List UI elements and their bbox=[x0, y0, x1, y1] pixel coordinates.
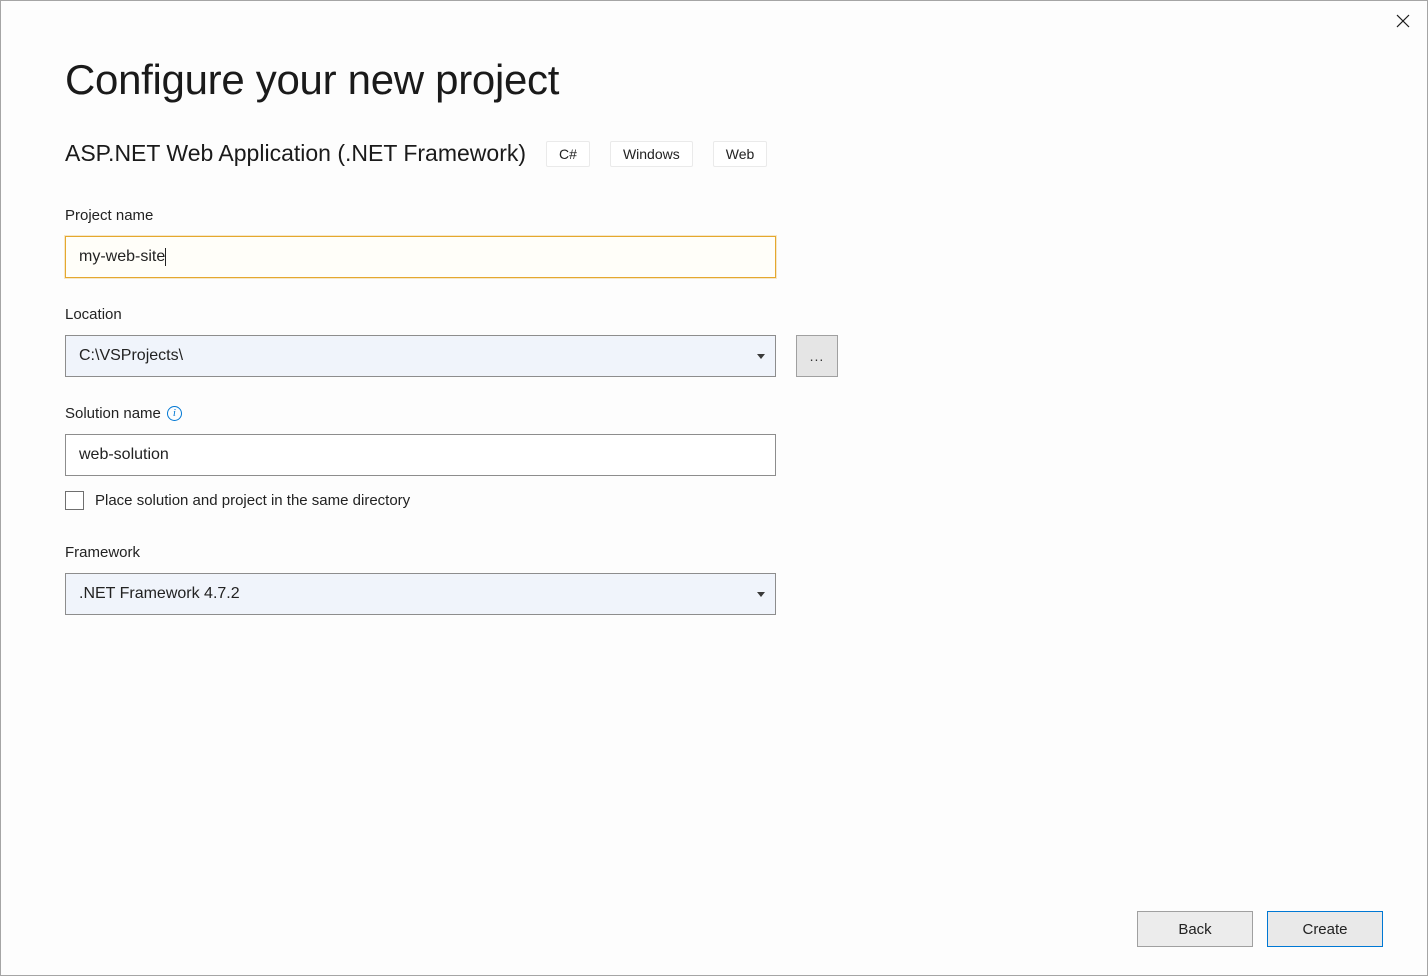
tag-web: Web bbox=[713, 141, 768, 167]
browse-label: ... bbox=[810, 348, 825, 364]
project-name-input[interactable]: my-web-site bbox=[65, 236, 776, 278]
solution-name-group: Solution name i Place solution and proje… bbox=[65, 405, 1363, 510]
framework-group: Framework .NET Framework 4.7.2 bbox=[65, 544, 1363, 615]
create-label: Create bbox=[1302, 921, 1347, 938]
same-dir-checkbox[interactable] bbox=[65, 491, 84, 510]
framework-value: .NET Framework 4.7.2 bbox=[79, 585, 757, 603]
solution-name-label: Solution name bbox=[65, 405, 161, 422]
same-dir-label: Place solution and project in the same d… bbox=[95, 492, 410, 509]
framework-combobox[interactable]: .NET Framework 4.7.2 bbox=[65, 573, 776, 615]
framework-label: Framework bbox=[65, 544, 1363, 561]
project-name-label: Project name bbox=[65, 207, 1363, 224]
template-name: ASP.NET Web Application (.NET Framework) bbox=[65, 140, 526, 167]
tag-csharp: C# bbox=[546, 141, 590, 167]
chevron-down-icon bbox=[757, 592, 765, 597]
page-title: Configure your new project bbox=[65, 56, 1363, 104]
close-button[interactable] bbox=[1393, 11, 1413, 31]
info-icon[interactable]: i bbox=[167, 406, 182, 421]
back-label: Back bbox=[1178, 921, 1211, 938]
text-cursor bbox=[165, 248, 166, 266]
location-combobox[interactable]: C:\VSProjects\ bbox=[65, 335, 776, 377]
same-dir-row: Place solution and project in the same d… bbox=[65, 491, 1363, 510]
chevron-down-icon bbox=[757, 354, 765, 359]
dialog-content: Configure your new project ASP.NET Web A… bbox=[1, 1, 1427, 615]
back-button[interactable]: Back bbox=[1137, 911, 1253, 947]
project-name-value: my-web-site bbox=[79, 248, 165, 266]
browse-button[interactable]: ... bbox=[796, 335, 838, 377]
project-name-group: Project name my-web-site bbox=[65, 207, 1363, 278]
button-bar: Back Create bbox=[1137, 911, 1383, 947]
location-group: Location C:\VSProjects\ ... bbox=[65, 306, 1363, 377]
tag-windows: Windows bbox=[610, 141, 693, 167]
location-value: C:\VSProjects\ bbox=[79, 347, 757, 365]
solution-name-input[interactable] bbox=[65, 434, 776, 476]
template-row: ASP.NET Web Application (.NET Framework)… bbox=[65, 140, 1363, 167]
close-icon bbox=[1396, 14, 1410, 28]
location-label: Location bbox=[65, 306, 1363, 323]
create-button[interactable]: Create bbox=[1267, 911, 1383, 947]
dialog-window: Configure your new project ASP.NET Web A… bbox=[0, 0, 1428, 976]
location-row: C:\VSProjects\ ... bbox=[65, 335, 1363, 377]
